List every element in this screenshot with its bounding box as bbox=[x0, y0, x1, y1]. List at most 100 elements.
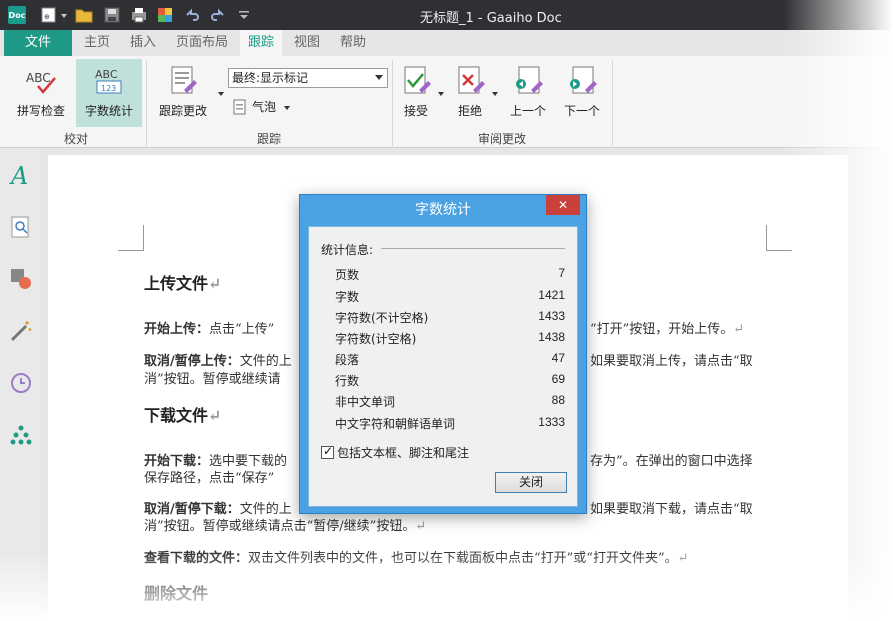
svg-text:A: A bbox=[9, 162, 28, 188]
styles-icon[interactable]: A bbox=[8, 162, 34, 190]
format-painter-icon[interactable] bbox=[156, 6, 174, 24]
undo-icon[interactable] bbox=[184, 6, 200, 24]
wordcount-button[interactable]: ABC 123 字数统计 bbox=[76, 59, 142, 127]
stat-value: 1421 bbox=[538, 288, 565, 302]
tab-home[interactable]: 主页 bbox=[80, 30, 114, 56]
reject-label: 拒绝 bbox=[457, 104, 482, 118]
statistics-section-label: 统计信息: bbox=[321, 243, 374, 257]
previous-change-label: 上一个 bbox=[509, 104, 546, 118]
document-paragraph: 保存路径，点击“保存” bbox=[144, 467, 274, 486]
stat-label: 行数 bbox=[335, 374, 360, 388]
balloons-button[interactable]: 气泡 bbox=[232, 98, 291, 115]
document-paragraph: 查看下载的文件：双击文件列表中的文件，也可以在下载面板中点击“打开”或“打开文件… bbox=[144, 551, 689, 566]
ribbon-separator bbox=[612, 60, 613, 146]
stat-row-words: 字数 1421 bbox=[335, 288, 565, 306]
track-changes-label: 跟踪更改 bbox=[158, 104, 207, 118]
track-changes-icon bbox=[166, 64, 200, 98]
previous-change-icon bbox=[511, 64, 545, 98]
reject-dropdown-icon[interactable] bbox=[492, 92, 498, 96]
shapes-icon[interactable] bbox=[8, 266, 34, 292]
tab-file[interactable]: 文件 bbox=[4, 30, 72, 56]
paragraph-text: 存为”。在弹出的窗口中选择 bbox=[590, 454, 753, 469]
next-change-icon bbox=[565, 64, 599, 98]
previous-change-button[interactable]: 上一个 bbox=[504, 64, 552, 124]
tab-help[interactable]: 帮助 bbox=[336, 30, 370, 56]
svg-text:⊕: ⊕ bbox=[44, 13, 50, 21]
stat-value: 88 bbox=[551, 393, 565, 407]
spellcheck-button[interactable]: ABC 拼写检查 bbox=[10, 64, 72, 124]
dialog-close-icon[interactable]: ✕ bbox=[546, 195, 580, 215]
document-heading: 上传文件↵ bbox=[144, 274, 222, 293]
paragraph-text: 点击“上传” bbox=[209, 322, 275, 337]
stat-label: 非中文单词 bbox=[335, 395, 396, 409]
stat-value: 47 bbox=[551, 351, 565, 365]
paragraph-bold: 开始上传： bbox=[144, 322, 210, 337]
track-changes-button[interactable]: 跟踪更改 bbox=[152, 64, 214, 124]
svg-text:ABC: ABC bbox=[95, 68, 118, 81]
heading-text: 删除文件 bbox=[144, 584, 209, 603]
find-icon[interactable] bbox=[8, 214, 34, 240]
structure-icon[interactable] bbox=[8, 422, 34, 448]
tab-tracking[interactable]: 跟踪 bbox=[240, 30, 282, 56]
wordcount-icon: ABC 123 bbox=[92, 64, 126, 98]
history-icon[interactable] bbox=[8, 370, 34, 396]
app-logo: Doc bbox=[8, 6, 26, 24]
menu-bar: 文件 主页 插入 页面布局 跟踪 视图 帮助 bbox=[0, 30, 893, 56]
stat-label: 字数 bbox=[335, 290, 360, 304]
review-group-label: 审阅更改 bbox=[477, 132, 526, 146]
stat-label: 页数 bbox=[335, 268, 360, 282]
accept-button[interactable]: 接受 bbox=[396, 64, 436, 124]
document-paragraph: 消”按钮。暂停或继续请 bbox=[144, 368, 281, 387]
track-changes-dropdown-icon[interactable] bbox=[218, 92, 224, 96]
title-bar: Doc ⊕ 无标题_1 - Gaaiho Doc bbox=[0, 0, 893, 30]
svg-text:ABC: ABC bbox=[26, 71, 51, 85]
ribbon-separator bbox=[392, 60, 393, 146]
stat-value: 1433 bbox=[538, 309, 565, 323]
redo-icon[interactable] bbox=[210, 6, 226, 24]
paragraph-text: 消”按钮。暂停或继续请 bbox=[144, 372, 281, 387]
stat-value: 1333 bbox=[538, 415, 565, 429]
tab-insert[interactable]: 插入 bbox=[126, 30, 160, 56]
stat-row-cjk-words: 中文字符和朝鲜语单词 1333 bbox=[335, 415, 565, 433]
next-change-button[interactable]: 下一个 bbox=[558, 64, 606, 124]
stat-label: 段落 bbox=[335, 353, 360, 367]
checkbox-checked-icon bbox=[321, 444, 334, 459]
stat-row-lines: 行数 69 bbox=[335, 372, 565, 390]
document-paragraph: 取消/暂停上传：文件的上 bbox=[144, 350, 292, 369]
paragraph-text: 双击文件列表中的文件，也可以在下载面板中点击“打开”或“打开文件夹”。 bbox=[248, 551, 678, 566]
new-document-icon[interactable]: ⊕ bbox=[40, 6, 58, 24]
accept-icon bbox=[399, 64, 433, 98]
close-button[interactable]: 关闭 bbox=[495, 472, 567, 493]
section-divider bbox=[381, 248, 565, 249]
app-window: Doc ⊕ 无标题_1 - Gaaiho Doc 文件 主页 插入 页面布局 跟… bbox=[0, 0, 893, 621]
document-paragraph: 存为”。在弹出的窗口中选择 bbox=[590, 450, 753, 469]
stat-row-chars-no-spaces: 字符数(不计空格) 1433 bbox=[335, 309, 565, 327]
stat-row-paragraphs: 段落 47 bbox=[335, 351, 565, 369]
include-textboxes-checkbox[interactable]: 包括文本框、脚注和尾注 bbox=[321, 444, 469, 461]
markup-display-select[interactable]: 最终:显示标记 bbox=[228, 68, 388, 88]
tab-page-layout[interactable]: 页面布局 bbox=[172, 30, 232, 56]
stat-value: 69 bbox=[551, 372, 565, 386]
markup-display-value: 最终:显示标记 bbox=[232, 71, 309, 85]
spellcheck-label: 拼写检查 bbox=[16, 104, 65, 118]
print-icon[interactable] bbox=[130, 6, 148, 24]
dialog-title: 字数统计 bbox=[415, 202, 471, 218]
customize-toolbar-icon[interactable] bbox=[238, 6, 250, 24]
accept-dropdown-icon[interactable] bbox=[438, 92, 444, 96]
stat-label: 字符数(计空格) bbox=[335, 332, 417, 346]
ribbon-separator bbox=[146, 60, 147, 146]
stat-label: 字符数(不计空格) bbox=[335, 311, 429, 325]
ribbon: ABC 拼写检查 ABC 123 字数统计 校对 跟踪更改 最终:显示标记 气泡 bbox=[0, 56, 893, 148]
tab-view[interactable]: 视图 bbox=[290, 30, 324, 56]
reject-button[interactable]: 拒绝 bbox=[450, 64, 490, 124]
open-folder-icon[interactable] bbox=[75, 6, 93, 24]
magic-wand-icon[interactable] bbox=[8, 318, 34, 344]
balloon-icon bbox=[233, 99, 246, 114]
paragraph-text: 文件的上 bbox=[239, 354, 292, 369]
heading-text: 上传文件 bbox=[144, 274, 209, 293]
spellcheck-icon: ABC bbox=[24, 64, 58, 98]
save-icon[interactable] bbox=[103, 6, 121, 24]
stat-row-chars-with-spaces: 字符数(计空格) 1438 bbox=[335, 330, 565, 348]
new-dropdown-icon[interactable] bbox=[61, 14, 67, 18]
stat-label: 中文字符和朝鲜语单词 bbox=[335, 417, 456, 431]
